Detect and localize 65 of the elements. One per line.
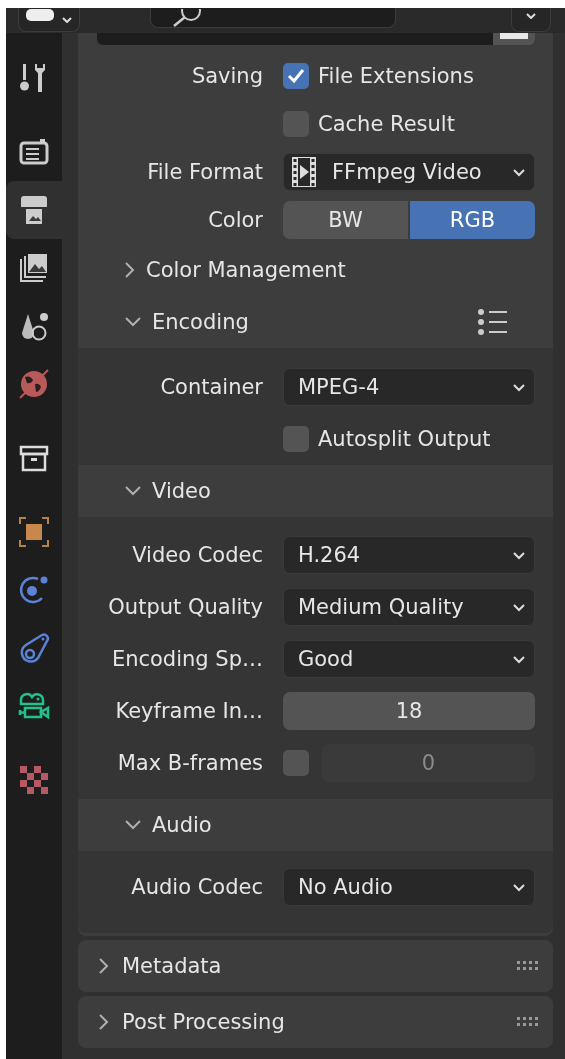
grip-icon[interactable] — [517, 1017, 539, 1027]
field-label: Encoding Sp… — [111, 647, 263, 671]
square-icon — [18, 516, 50, 548]
list-icon[interactable] — [477, 308, 509, 336]
dropdown[interactable]: FFmpeg Video — [283, 153, 535, 191]
field-label: File Format — [147, 160, 263, 184]
chevron-right-icon — [98, 1013, 110, 1031]
caret-icon — [512, 654, 526, 664]
number-field[interactable]: 18 — [283, 692, 535, 730]
chevron-down-icon — [124, 819, 142, 831]
dropdown[interactable]: H.264 — [283, 536, 535, 574]
editor-type-icon — [26, 9, 56, 23]
checkbox-label[interactable]: File Extensions — [318, 64, 474, 88]
panel-header[interactable]: Post Processing — [78, 996, 553, 1048]
caret-icon — [512, 167, 526, 177]
properties-tab[interactable] — [6, 181, 62, 239]
caret-icon — [62, 17, 72, 23]
field-label: Output Quality — [108, 595, 263, 619]
field-label: Saving — [191, 64, 263, 88]
checkbox-label[interactable]: Autosplit Output — [318, 427, 491, 451]
dropdown[interactable]: MPEG-4 — [283, 368, 535, 406]
chevron-down-icon — [124, 485, 142, 497]
options-button[interactable] — [511, 8, 551, 32]
field-label: Audio Codec — [131, 875, 263, 899]
editor-type-button[interactable] — [18, 8, 80, 32]
video-camera-icon — [18, 690, 50, 722]
search-icon — [171, 9, 201, 27]
dropdown[interactable]: Good — [283, 640, 535, 678]
film-icon — [292, 157, 316, 187]
option-button[interactable]: RGB — [410, 201, 535, 239]
dropdown[interactable]: Medium Quality — [283, 588, 535, 626]
field-label: Max B-frames — [117, 751, 263, 775]
browse-button[interactable] — [493, 33, 535, 45]
subpanel-header[interactable]: Audio — [78, 799, 553, 851]
printer-icon — [19, 195, 49, 225]
caret-icon — [526, 13, 536, 19]
caret-icon — [512, 550, 526, 560]
shapes-icon — [19, 311, 49, 341]
camera-icon — [19, 138, 49, 166]
path-field[interactable] — [97, 33, 493, 45]
caret-icon — [512, 382, 526, 392]
caret-icon — [512, 882, 526, 892]
globe-icon — [18, 368, 50, 400]
checkmark-icon — [287, 68, 305, 84]
subpanel-header[interactable]: Video — [78, 465, 553, 517]
images-icon — [19, 253, 49, 283]
chevron-right-icon — [124, 261, 136, 279]
field-label: Keyframe In… — [115, 699, 263, 723]
option-button[interactable]: BW — [283, 201, 408, 239]
chevron-right-icon — [98, 957, 110, 975]
field-label: Video Codec — [132, 543, 263, 567]
search-field[interactable] — [150, 8, 396, 28]
field-label: Color — [208, 208, 263, 232]
panel-header[interactable]: Metadata — [78, 940, 553, 992]
checkbox[interactable] — [283, 63, 309, 89]
dropdown[interactable]: No Audio — [283, 868, 535, 906]
box-icon — [19, 443, 49, 473]
orbit-icon — [18, 574, 50, 606]
grip-icon[interactable] — [517, 961, 539, 971]
caret-icon — [512, 602, 526, 612]
checkbox-label[interactable]: Cache Result — [318, 112, 455, 136]
chevron-down-icon — [124, 316, 142, 328]
teardrop-icon — [18, 632, 50, 664]
checkbox[interactable] — [283, 426, 309, 452]
field-label: Container — [160, 375, 263, 399]
